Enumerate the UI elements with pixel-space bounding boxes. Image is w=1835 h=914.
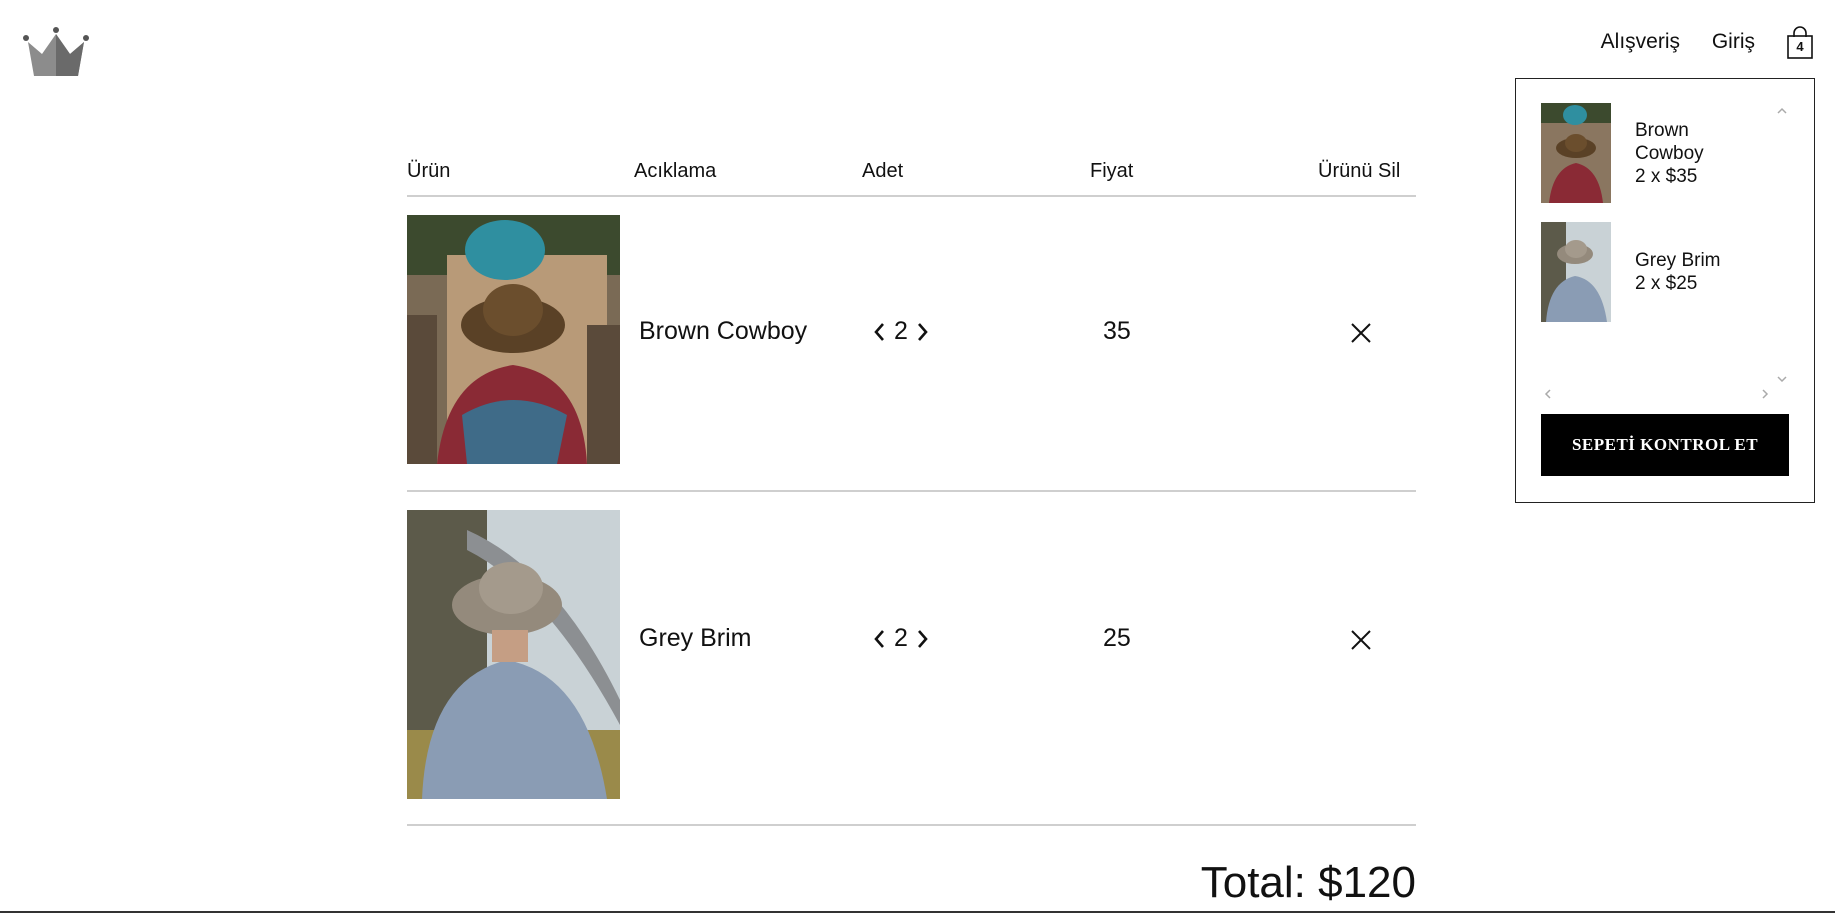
product-image-brown-cowboy: [407, 215, 620, 464]
header-product: Ürün: [407, 160, 451, 182]
chevron-left-icon[interactable]: [872, 627, 888, 651]
item-price: 35: [1103, 317, 1131, 345]
mini-cart-item: Grey Brim 2 x $25: [1635, 249, 1755, 295]
mini-cart-item-summary: 2 x $35: [1635, 166, 1698, 187]
item-name: Grey Brim: [639, 624, 752, 652]
scroll-up-icon[interactable]: [1775, 103, 1789, 114]
mini-cart-thumb-brown-cowboy: [1541, 103, 1611, 203]
table-row: Brown Cowboy 2 35: [407, 197, 1416, 492]
top-nav: Alışveriş Giriş 4: [0, 26, 1835, 60]
item-name: Brown Cowboy: [639, 317, 808, 345]
chevron-left-icon[interactable]: [872, 320, 888, 344]
cart-table: Ürün Acıklama Adet Fiyat Ürünü Sil Brown…: [407, 150, 1416, 826]
item-price: 25: [1103, 624, 1131, 652]
close-icon[interactable]: [1349, 321, 1373, 345]
chevron-right-icon[interactable]: [914, 627, 930, 651]
table-header: Ürün Acıklama Adet Fiyat Ürünü Sil: [407, 150, 1416, 197]
mini-cart-item-summary: 2 x $25: [1635, 273, 1698, 294]
header-quantity: Adet: [862, 160, 904, 182]
close-icon[interactable]: [1349, 628, 1373, 652]
quantity-stepper: 2: [872, 317, 930, 346]
mini-cart-item-name: Grey Brim: [1635, 250, 1721, 271]
footer-divider: [0, 911, 1835, 913]
table-row: Grey Brim 2 25: [407, 492, 1416, 826]
quantity-stepper: 2: [872, 624, 930, 653]
nav-login-link[interactable]: Giriş: [1712, 30, 1755, 54]
chevron-right-icon[interactable]: [914, 320, 930, 344]
mini-cart-item: Brown Cowboy 2 x $35: [1635, 119, 1755, 188]
header-description: Acıklama: [634, 160, 717, 182]
scroll-down-icon[interactable]: [1775, 371, 1789, 383]
quantity-value: 2: [894, 624, 908, 652]
quantity-value: 2: [894, 317, 908, 345]
scroll-right-icon[interactable]: [1760, 387, 1770, 401]
mini-cart-thumb-grey-brim: [1541, 222, 1611, 322]
header-remove: Ürünü Sil: [1318, 160, 1401, 182]
mini-cart-dropdown: Brown Cowboy 2 x $35 Grey Brim 2 x $25 S…: [1515, 78, 1815, 503]
nav-shop-link[interactable]: Alışveriş: [1601, 30, 1680, 54]
header-price: Fiyat: [1090, 160, 1134, 182]
shopping-bag-icon[interactable]: 4: [1785, 26, 1815, 60]
cart-count-badge: 4: [1796, 39, 1804, 54]
mini-cart-item-name: Brown Cowboy: [1635, 120, 1704, 164]
product-image-grey-brim: [407, 510, 620, 799]
checkout-button[interactable]: SEPETİ KONTROL ET: [1541, 414, 1789, 476]
cart-total: Total: $120: [1200, 858, 1416, 907]
scroll-left-icon[interactable]: [1543, 387, 1553, 401]
